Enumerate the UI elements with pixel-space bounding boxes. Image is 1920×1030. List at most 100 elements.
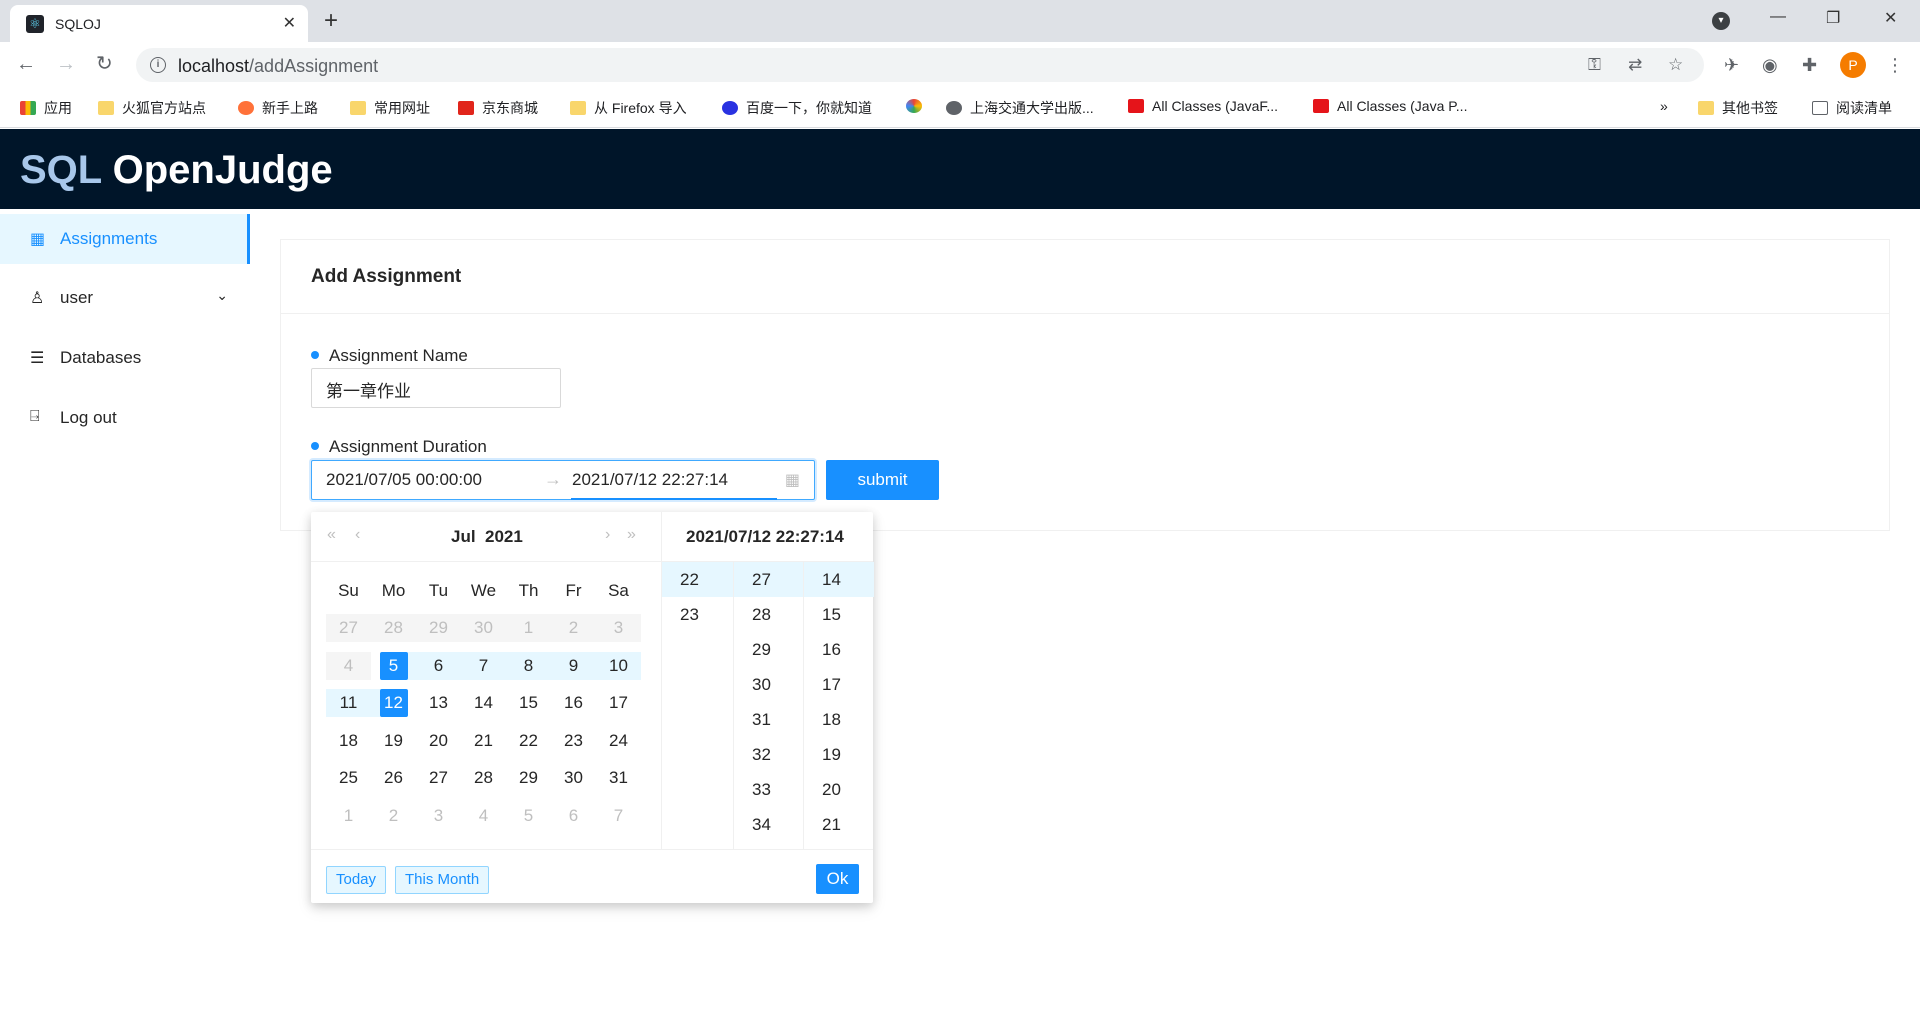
minute-cell[interactable]: 33 — [734, 772, 803, 807]
minute-cell[interactable]: 32 — [734, 737, 803, 772]
day-cell-selected-end[interactable]: 12 — [371, 689, 416, 718]
bookmark-other[interactable]: 其他书签 — [1698, 98, 1778, 118]
more-bookmarks-icon[interactable]: » — [1660, 98, 1668, 114]
minute-cell[interactable]: 30 — [734, 667, 803, 702]
bookmark-item[interactable]: 常用网址 — [350, 98, 430, 118]
day-cell[interactable]: 21 — [461, 727, 506, 755]
day-cell[interactable]: 25 — [326, 764, 371, 792]
restore-icon[interactable]: ❐ — [1826, 8, 1840, 28]
day-cell[interactable]: 9 — [551, 651, 596, 680]
minute-column[interactable]: 27 28 29 30 31 32 33 34 — [733, 562, 803, 849]
day-cell[interactable]: 29 — [506, 764, 551, 792]
hour-cell[interactable]: 22 — [662, 562, 733, 597]
day-cell[interactable]: 17 — [596, 689, 641, 717]
minute-cell[interactable]: 27 — [734, 562, 803, 597]
day-cell[interactable]: 13 — [416, 689, 461, 717]
window-close-icon[interactable]: ✕ — [1884, 8, 1897, 28]
calendar-icon[interactable]: ▦ — [785, 470, 800, 490]
second-cell[interactable]: 15 — [804, 597, 874, 632]
day-cell[interactable]: 3 — [416, 802, 461, 830]
day-cell[interactable]: 16 — [551, 689, 596, 717]
day-cell[interactable]: 20 — [416, 727, 461, 755]
minute-cell[interactable]: 31 — [734, 702, 803, 737]
range-end-input[interactable]: 2021/07/12 22:27:14 — [572, 470, 728, 490]
sidebar-item-user[interactable]: ♙ user ⌄ — [0, 273, 250, 323]
calendar-title[interactable]: Jul 2021 — [451, 527, 523, 547]
day-cell[interactable]: 1 — [326, 802, 371, 830]
bookmark-reading-list[interactable]: 阅读清单 — [1812, 98, 1892, 118]
day-cell[interactable]: 18 — [326, 727, 371, 755]
bookmark-item[interactable]: All Classes (JavaF... — [1128, 98, 1278, 114]
profile-avatar[interactable]: P — [1840, 52, 1866, 78]
day-cell[interactable]: 23 — [551, 727, 596, 755]
bookmark-item[interactable]: 火狐官方站点 — [98, 98, 206, 118]
day-cell[interactable]: 22 — [506, 727, 551, 755]
bookmark-item[interactable]: 百度一下，你就知道 — [722, 98, 872, 118]
menu-kebab-icon[interactable]: ⋮ — [1886, 55, 1904, 76]
day-cell[interactable]: 2 — [371, 802, 416, 830]
bookmark-item[interactable]: 从 Firefox 导入 — [570, 98, 687, 118]
extension-bird-icon[interactable]: ✈ — [1724, 55, 1739, 76]
day-cell[interactable]: 7 — [461, 651, 506, 680]
ok-button[interactable]: Ok — [816, 864, 859, 894]
day-cell[interactable]: 27 — [416, 764, 461, 792]
reload-icon[interactable]: ↻ — [96, 52, 113, 76]
day-cell[interactable]: 15 — [506, 689, 551, 717]
day-cell[interactable]: 19 — [371, 727, 416, 755]
day-cell[interactable]: 6 — [551, 802, 596, 830]
day-cell[interactable]: 11 — [326, 689, 371, 718]
second-column[interactable]: 14 15 16 17 18 19 20 21 — [803, 562, 874, 849]
tab-search-icon[interactable]: ▾ — [1712, 12, 1730, 30]
day-cell[interactable]: 8 — [506, 651, 551, 680]
day-cell[interactable]: 14 — [461, 689, 506, 717]
range-start-input[interactable]: 2021/07/05 00:00:00 — [326, 470, 482, 490]
prev-month-icon[interactable]: ‹ — [355, 526, 360, 544]
day-cell-selected-start[interactable]: 5 — [371, 651, 416, 680]
prev-year-icon[interactable]: « — [327, 526, 336, 544]
next-year-icon[interactable]: » — [627, 526, 636, 544]
browser-tab[interactable]: ⚛ SQLOJ ✕ — [10, 5, 308, 42]
minimize-icon[interactable]: — — [1770, 8, 1786, 26]
second-cell[interactable]: 19 — [804, 737, 874, 772]
minute-cell[interactable]: 28 — [734, 597, 803, 632]
day-cell[interactable]: 24 — [596, 727, 641, 755]
sidebar-item-assignments[interactable]: ▦ Assignments — [0, 214, 250, 264]
key-icon[interactable]: ⚿ — [1588, 55, 1601, 75]
day-cell[interactable]: 30 — [551, 764, 596, 792]
day-cell[interactable]: 28 — [461, 764, 506, 792]
site-info-icon[interactable]: i — [150, 57, 166, 73]
today-button[interactable]: Today — [326, 866, 387, 894]
second-cell[interactable]: 14 — [804, 562, 874, 597]
extension-glasses-icon[interactable]: ◉ — [1762, 55, 1778, 76]
forward-icon[interactable]: → — [56, 52, 76, 76]
submit-button[interactable]: submit — [826, 460, 939, 500]
sidebar-item-databases[interactable]: ☰ Databases — [0, 333, 250, 383]
bookmark-item[interactable]: 上海交通大学出版... — [946, 98, 1094, 118]
translate-icon[interactable]: ⇄ — [1628, 55, 1642, 75]
second-cell[interactable]: 20 — [804, 772, 874, 807]
day-cell[interactable]: 31 — [596, 764, 641, 792]
minute-cell[interactable]: 29 — [734, 632, 803, 667]
duration-range-picker[interactable]: 2021/07/05 00:00:00 → 2021/07/12 22:27:1… — [311, 460, 815, 500]
bookmark-item[interactable]: 京东商城 — [458, 98, 538, 118]
second-cell[interactable]: 21 — [804, 807, 874, 842]
day-cell[interactable]: 5 — [506, 802, 551, 830]
new-tab-icon[interactable]: + — [324, 7, 338, 35]
minute-cell[interactable]: 34 — [734, 807, 803, 842]
bookmark-apps[interactable]: 应用 — [20, 98, 72, 118]
second-cell[interactable]: 16 — [804, 632, 874, 667]
address-bar[interactable]: i localhost/addAssignment ⚿ ⇄ ☆ — [136, 48, 1704, 82]
bookmark-item[interactable]: All Classes (Java P... — [1313, 98, 1467, 114]
bookmark-item[interactable] — [906, 98, 930, 114]
day-cell[interactable]: 10 — [596, 651, 641, 680]
next-month-icon[interactable]: › — [605, 526, 610, 544]
bookmark-item[interactable]: 新手上路 — [238, 98, 318, 118]
extensions-puzzle-icon[interactable]: ✚ — [1802, 55, 1817, 76]
day-cell[interactable]: 6 — [416, 651, 461, 680]
bookmark-star-icon[interactable]: ☆ — [1668, 55, 1683, 75]
hour-cell[interactable]: 23 — [662, 597, 733, 632]
day-cell[interactable]: 4 — [461, 802, 506, 830]
day-cell[interactable]: 26 — [371, 764, 416, 792]
back-icon[interactable]: ← — [16, 52, 36, 76]
this-month-button[interactable]: This Month — [395, 866, 490, 894]
